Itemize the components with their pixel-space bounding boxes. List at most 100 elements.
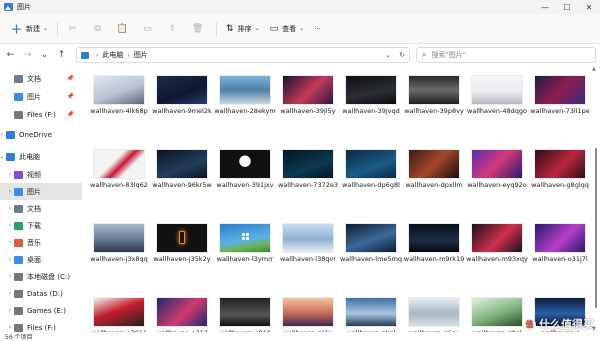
file-tile[interactable]: wallhaven-m93xqy bbox=[464, 214, 528, 276]
sidebar-item[interactable]: ⌄ 此电脑 bbox=[0, 148, 82, 165]
recent-locations-button[interactable]: ⌄ bbox=[36, 47, 53, 63]
file-tile[interactable]: wallhaven-39jvqd bbox=[338, 66, 401, 128]
file-tile[interactable]: wallhaven-j35k2y bbox=[149, 214, 212, 276]
file-tile[interactable]: wallhaven-o3011 bbox=[86, 288, 149, 332]
file-thumbnail[interactable] bbox=[220, 76, 270, 104]
new-button[interactable]: ＋ 新建 ⌄ bbox=[6, 19, 53, 39]
file-thumbnail[interactable] bbox=[346, 224, 396, 252]
file-tile[interactable]: wallhaven-96kr5w bbox=[149, 140, 212, 202]
file-tile[interactable]: wallhaven-j3x8qq bbox=[86, 214, 149, 276]
forward-button[interactable]: → bbox=[19, 47, 36, 63]
file-thumbnail[interactable] bbox=[157, 298, 207, 326]
file-thumbnail[interactable] bbox=[157, 224, 207, 252]
sidebar-item[interactable]: › 本地磁盘 (C:) bbox=[0, 268, 82, 285]
scrollbar[interactable]: ▲ ▼ bbox=[592, 66, 598, 332]
more-button[interactable]: ··· bbox=[309, 19, 326, 39]
file-tile[interactable]: wallhaven-pkky bbox=[275, 288, 338, 332]
file-thumbnail[interactable] bbox=[157, 150, 207, 178]
up-button[interactable]: ↑ bbox=[53, 47, 70, 63]
sidebar-item[interactable]: 文档 📌 bbox=[0, 70, 82, 87]
file-tile[interactable]: wallhaven-m9rk19 bbox=[401, 214, 464, 276]
file-thumbnail[interactable] bbox=[472, 298, 522, 326]
file-thumbnail[interactable] bbox=[535, 224, 585, 252]
sidebar-item[interactable]: › 桌面 bbox=[0, 251, 82, 268]
file-thumbnail[interactable] bbox=[409, 150, 459, 178]
file-tile[interactable]: wallhaven-83lq62 bbox=[86, 140, 149, 202]
chevron-right-icon[interactable]: › bbox=[6, 273, 14, 280]
sidebar-item[interactable]: › 音乐 bbox=[0, 234, 82, 251]
file-thumbnail[interactable] bbox=[220, 150, 270, 178]
chevron-right-icon[interactable]: › bbox=[6, 307, 14, 314]
file-tile[interactable]: wallhaven-391jxv bbox=[212, 140, 275, 202]
breadcrumb-this-pc[interactable]: 此电脑 bbox=[102, 50, 123, 60]
sidebar-item[interactable]: › 视频 bbox=[0, 166, 82, 183]
sidebar-item[interactable]: › 文档 bbox=[0, 200, 82, 217]
file-tile[interactable]: wallhaven-39jl5y bbox=[275, 66, 338, 128]
cut-button[interactable]: ✂ bbox=[62, 19, 87, 39]
view-button[interactable]: ▭ 查看 ⌄ bbox=[265, 19, 310, 39]
back-button[interactable]: ← bbox=[2, 47, 19, 63]
file-thumbnail[interactable] bbox=[472, 224, 522, 252]
refresh-button[interactable]: ↻ bbox=[395, 51, 409, 59]
file-tile[interactable]: wallhaven-4lk68p bbox=[86, 66, 149, 128]
close-button[interactable]: ✕ bbox=[578, 0, 600, 14]
file-tile[interactable]: wallhaven-o819 bbox=[212, 288, 275, 332]
file-thumbnail[interactable] bbox=[472, 76, 522, 104]
file-thumbnail[interactable] bbox=[283, 224, 333, 252]
sidebar-item[interactable]: › Files (F:) bbox=[0, 319, 82, 332]
chevron-right-icon[interactable]: › bbox=[6, 324, 14, 331]
file-tile[interactable]: wallhaven-28ekym bbox=[212, 66, 276, 128]
file-thumbnail[interactable] bbox=[94, 298, 144, 326]
address-dropdown-button[interactable]: ⌄ bbox=[381, 51, 395, 59]
file-tile[interactable]: wallhaven-l3ymrr bbox=[212, 214, 275, 276]
file-tile[interactable]: wallhaven-pkpl bbox=[338, 288, 401, 332]
file-tile[interactable]: wallhaven-eyq92o bbox=[464, 140, 527, 202]
sidebar-item[interactable]: › Datas (D:) bbox=[0, 285, 82, 302]
file-tile[interactable]: wallhaven-dp6g8l bbox=[338, 140, 401, 202]
minimize-button[interactable]: — bbox=[534, 0, 556, 14]
copy-button[interactable]: ⧉ bbox=[87, 19, 112, 39]
sidebar-item[interactable]: › OneDrive bbox=[0, 126, 82, 143]
scroll-thumb[interactable] bbox=[595, 148, 597, 308]
file-tile[interactable]: wallhaven-q9ol bbox=[464, 288, 527, 332]
file-tile[interactable]: wallhaven-o31j7l bbox=[527, 214, 590, 276]
chevron-right-icon[interactable]: › bbox=[6, 256, 14, 263]
scroll-up-icon[interactable]: ▲ bbox=[592, 66, 596, 72]
sort-button[interactable]: ⇅ 排序 ⌄ bbox=[221, 19, 265, 39]
chevron-right-icon[interactable]: › bbox=[6, 205, 14, 212]
file-thumbnail[interactable] bbox=[409, 224, 459, 252]
file-thumbnail[interactable] bbox=[94, 76, 144, 104]
breadcrumb-pictures[interactable]: 图片 bbox=[134, 50, 148, 60]
file-tile[interactable]: wallhaven-7372e3 bbox=[275, 140, 338, 202]
chevron-right-icon[interactable]: › bbox=[6, 188, 14, 195]
maximize-button[interactable]: ☐ bbox=[556, 0, 578, 14]
file-thumbnail[interactable] bbox=[283, 150, 333, 178]
file-tile[interactable]: wallhaven-48dqgo bbox=[464, 66, 527, 128]
file-tile[interactable]: wallhaven-l38qvr bbox=[275, 214, 338, 276]
chevron-right-icon[interactable]: › bbox=[6, 171, 14, 178]
file-thumbnail[interactable] bbox=[346, 76, 396, 104]
file-tile[interactable]: wallhaven-39p8vy bbox=[401, 66, 464, 128]
file-thumbnail[interactable] bbox=[535, 76, 585, 104]
file-thumbnail[interactable] bbox=[535, 150, 585, 178]
file-thumbnail[interactable] bbox=[220, 224, 270, 252]
file-thumbnail[interactable] bbox=[157, 76, 207, 104]
sidebar-item[interactable]: › Games (E:) bbox=[0, 302, 82, 319]
sidebar-item[interactable]: 图片 📌 bbox=[0, 88, 82, 105]
file-tile[interactable]: wallhaven-g8glqq bbox=[527, 140, 590, 202]
file-tile[interactable]: wallhaven-q6ev bbox=[401, 288, 464, 332]
paste-button[interactable]: 📋 bbox=[112, 19, 137, 39]
file-tile[interactable]: wallhaven-dpxllm bbox=[401, 140, 464, 202]
file-tile[interactable]: wallhaven-9mel2k bbox=[149, 66, 212, 128]
share-button[interactable]: ⇪ bbox=[162, 19, 187, 39]
file-thumbnail[interactable] bbox=[283, 76, 333, 104]
file-thumbnail[interactable] bbox=[346, 150, 396, 178]
chevron-right-icon[interactable]: › bbox=[6, 290, 14, 297]
delete-button[interactable]: 🗑 bbox=[187, 19, 212, 39]
chevron-right-icon[interactable]: › bbox=[6, 239, 14, 246]
rename-button[interactable]: ▭ bbox=[137, 19, 162, 39]
file-thumbnail[interactable] bbox=[220, 298, 270, 326]
address-bar[interactable]: › 此电脑 › 图片 ⌄ ↻ bbox=[76, 47, 410, 63]
file-tile[interactable]: wallhaven-lme5mq bbox=[338, 214, 402, 276]
file-tile[interactable]: wallhaven-73ll1pe bbox=[527, 66, 590, 128]
